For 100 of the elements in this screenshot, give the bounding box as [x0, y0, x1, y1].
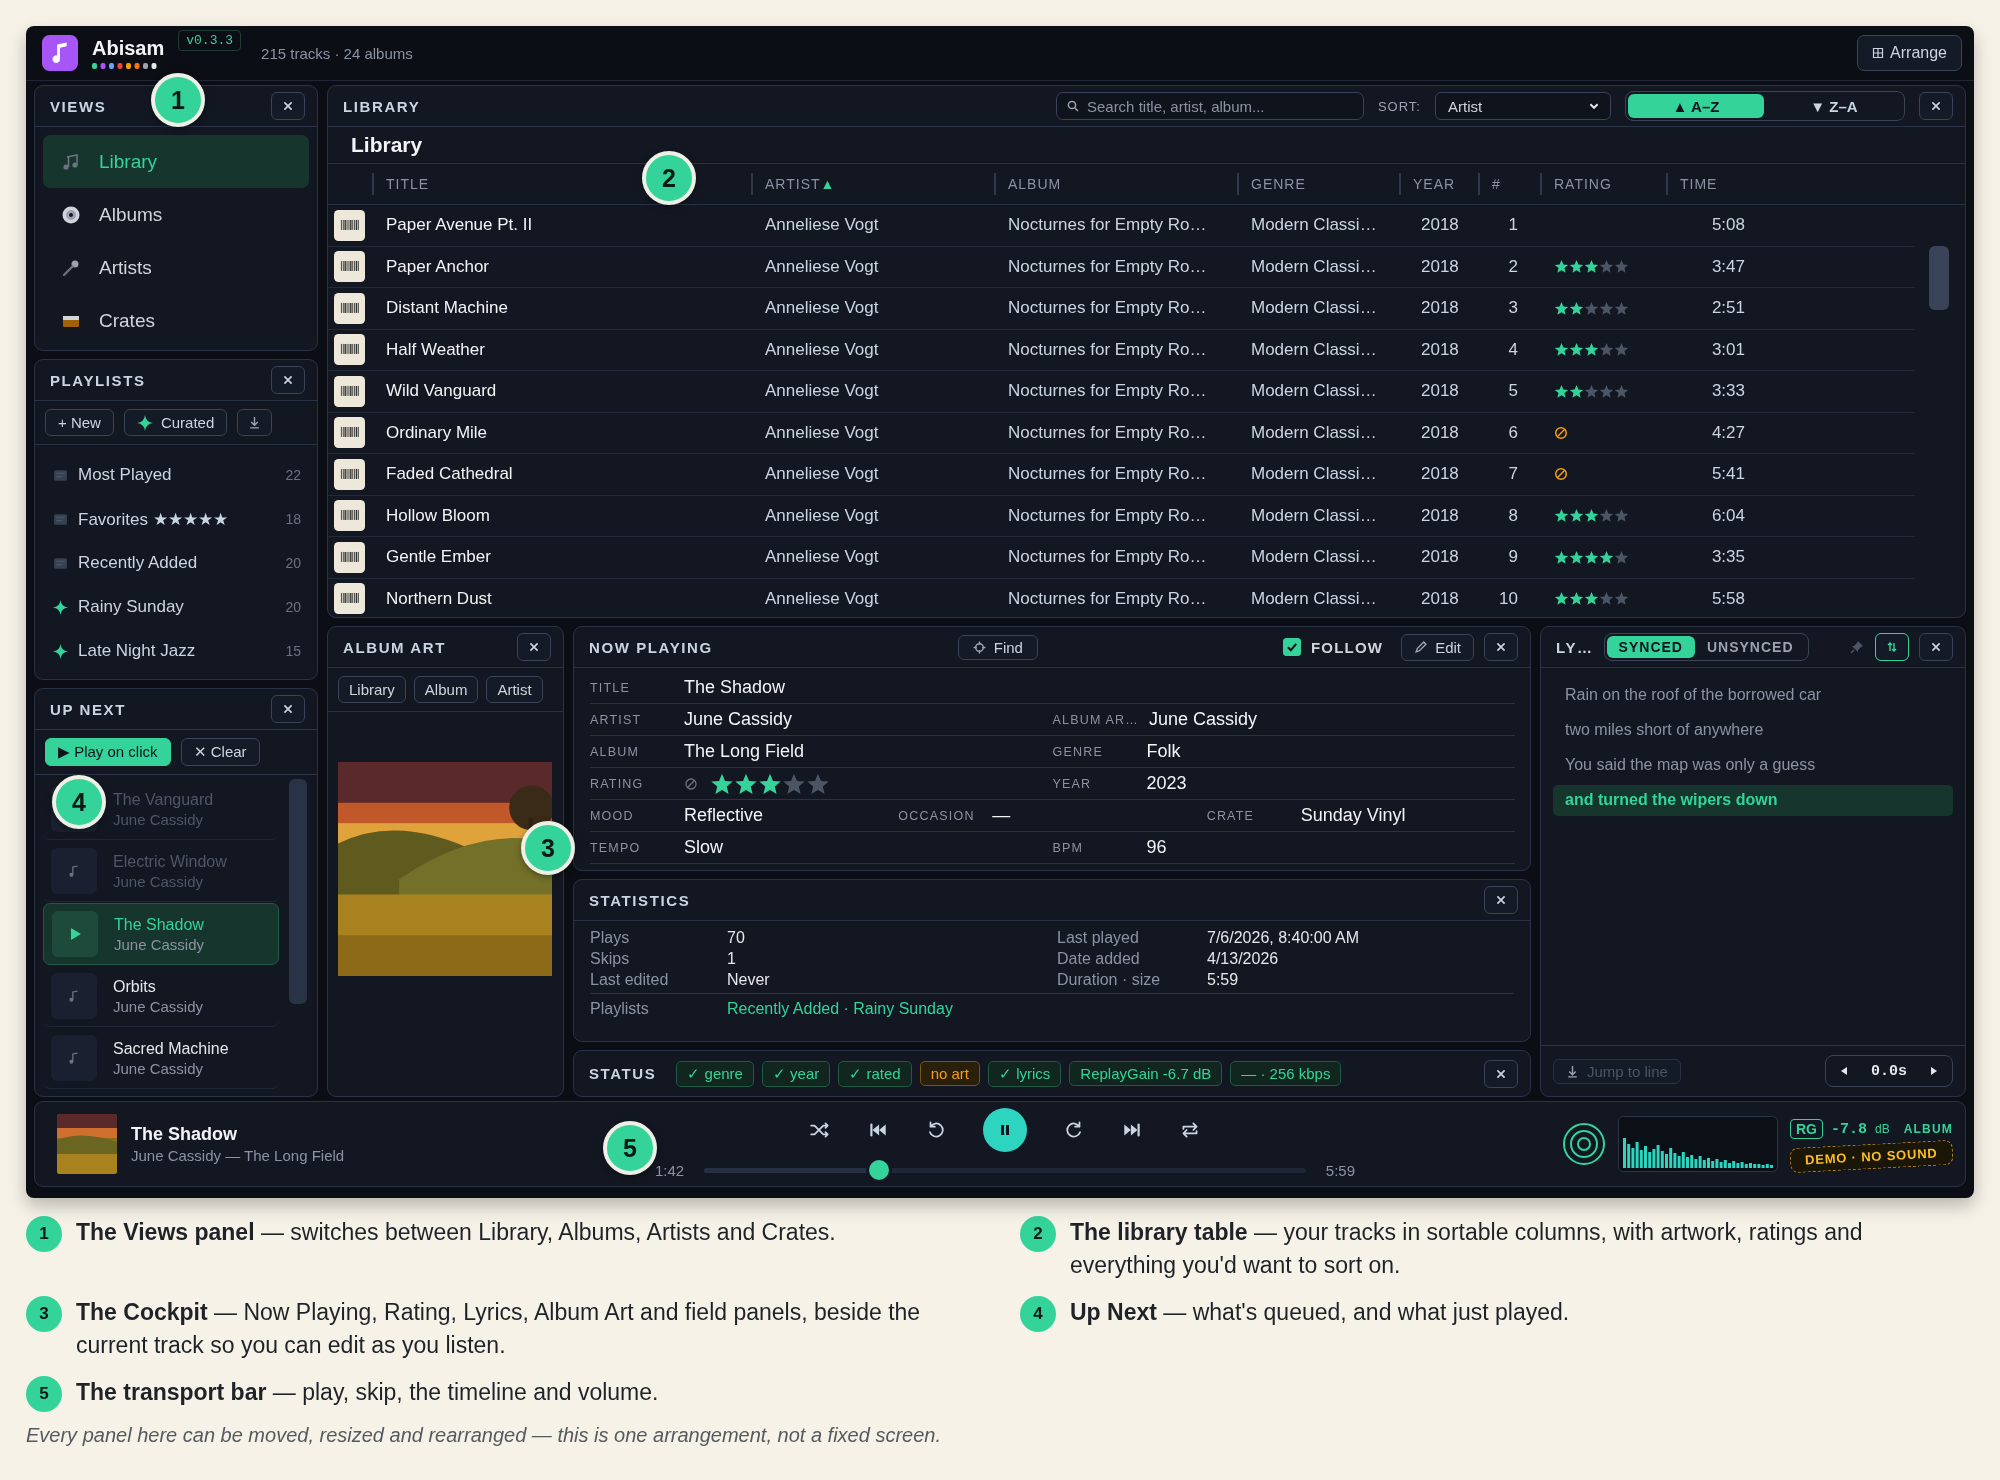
crosshair-icon	[972, 640, 986, 654]
column-header[interactable]: TIME	[1666, 173, 1751, 195]
field-value[interactable]: June Cassidy	[684, 709, 793, 730]
table-row[interactable]: Paper Avenue Pt. II Anneliese Vogt Nocturnes for Empty Ro… Modern Classi… 2018 1 5:08	[328, 205, 1915, 247]
table-row[interactable]: Paper Anchor Anneliese Vogt Nocturnes for Empty Ro… Modern Classi… 2018 2 3:47	[328, 246, 1915, 288]
table-row[interactable]: Gentle Ember Anneliese Vogt Nocturnes for Empty Ro… Modern Classi… 2018 9 3:35	[328, 537, 1915, 579]
scrollbar[interactable]	[289, 779, 307, 1004]
table-cell-text: Nocturnes for Empty Ro…	[1007, 215, 1208, 236]
curated-button[interactable]: Curated	[123, 409, 228, 436]
table-cell-text: 2018	[1420, 256, 1460, 277]
clear-rating-icon[interactable]	[684, 776, 698, 791]
download-button[interactable]	[237, 409, 273, 436]
stat-label: Duration · size	[1057, 971, 1162, 989]
source-button[interactable]: Library	[338, 676, 406, 703]
search-field[interactable]: Search title, artist, album...	[1055, 92, 1364, 120]
sort-order-tab[interactable]: ▲ A–Z	[1628, 94, 1764, 118]
new-playlist-button[interactable]: + New	[45, 409, 114, 436]
source-button[interactable]: Album	[413, 676, 479, 703]
play-on-click-button[interactable]: ▶ Play on click	[45, 738, 171, 766]
playlist-item[interactable]: Late Night Jazz 15	[53, 629, 301, 673]
sort-dropdown[interactable]: Artist	[1435, 92, 1611, 120]
column-header[interactable]: GENRE	[1237, 173, 1399, 195]
field-value[interactable]: 2023	[1146, 773, 1187, 794]
close-button[interactable]	[1484, 633, 1518, 661]
star-rating[interactable]	[1554, 259, 1629, 275]
stat-value: Never	[727, 971, 771, 989]
playlist-links[interactable]: Recently Added · Rainy Sunday	[727, 1000, 1514, 1018]
table-row[interactable]: Hollow Bloom Anneliese Vogt Nocturnes for Empty Ro… Modern Classi… 2018 8 6:04	[328, 495, 1915, 537]
field-value[interactable]: The Shadow	[684, 677, 786, 698]
star-rating[interactable]	[1554, 549, 1629, 565]
star-rating[interactable]	[1554, 591, 1629, 607]
playlist-item[interactable]: Recently Added 20	[53, 541, 301, 585]
table-row[interactable]: Distant Machine Anneliese Vogt Nocturnes for Empty Ro… Modern Classi… 2018 3 2:51	[328, 288, 1915, 330]
lyric-line[interactable]: two miles short of anywhere	[1553, 715, 1953, 746]
find-button[interactable]: Find	[957, 634, 1038, 660]
playlist-item[interactable]: Rainy Sunday 20	[53, 585, 301, 629]
disc-icon[interactable]	[1561, 1122, 1606, 1166]
column-header[interactable]: RATING	[1540, 173, 1666, 195]
close-button[interactable]	[271, 695, 305, 723]
table-row[interactable]: Faded Cathedral Anneliese Vogt Nocturnes for Empty Ro… Modern Classi… 2018 7 5:41	[328, 454, 1915, 496]
field-value[interactable]: June Cassidy	[1149, 709, 1258, 730]
table-row[interactable]: Northern Dust Anneliese Vogt Nocturnes for Empty Ro… Modern Classi… 2018 10 5:58	[328, 578, 1915, 617]
close-button[interactable]	[1919, 633, 1953, 661]
close-button[interactable]	[1919, 92, 1953, 120]
table-cell-text: 3:33	[1710, 381, 1746, 402]
playlist-item[interactable]: Favorites ★★★★★ 18	[53, 497, 301, 541]
star-rating[interactable]	[1554, 342, 1629, 358]
playlist-count: 20	[285, 599, 301, 615]
star-rating[interactable]	[1554, 383, 1629, 399]
play-icon	[52, 911, 98, 957]
field-value[interactable]: Folk	[1146, 741, 1181, 762]
field-value[interactable]: The Long Field	[684, 741, 805, 762]
close-button[interactable]	[271, 366, 305, 394]
close-button[interactable]	[1484, 1059, 1518, 1088]
lyric-line[interactable]: You said the map was only a guess	[1553, 750, 1953, 781]
close-button[interactable]	[271, 92, 305, 120]
queue-item[interactable]: Sacred Machine June Cassidy	[43, 1028, 279, 1089]
queue-item[interactable]: The Shadow June Cassidy	[43, 903, 279, 965]
table-row[interactable]: Ordinary Mile Anneliese Vogt Nocturnes for Empty Ro… Modern Classi… 2018 6 4:27	[328, 412, 1915, 454]
progress-track[interactable]	[704, 1157, 1306, 1183]
table-cell-text: 2018	[1420, 298, 1460, 319]
column-header[interactable]: ALBUM	[994, 173, 1237, 195]
shuffle-icon[interactable]	[809, 1119, 831, 1141]
field-value[interactable]: Sunday Vinyl	[1300, 805, 1406, 826]
logo-icon	[42, 35, 78, 71]
arrange-button[interactable]: Arrange	[1857, 35, 1962, 71]
panel-title: ALBUM ART	[343, 638, 446, 656]
field-value[interactable]: Reflective	[684, 805, 764, 826]
star-rating[interactable]	[1554, 300, 1629, 316]
queue-item[interactable]: Orbits June Cassidy	[43, 966, 279, 1027]
swap-button[interactable]	[1875, 633, 1909, 661]
mode-tab[interactable]: UNSYNCED	[1694, 636, 1806, 658]
close-button[interactable]	[517, 633, 551, 661]
view-item[interactable]: Albums	[43, 188, 309, 241]
clear-button[interactable]: ✕ Clear	[180, 738, 260, 766]
field-value[interactable]: —	[992, 805, 1011, 826]
view-item[interactable]: Crates	[43, 294, 309, 347]
pause-button[interactable]	[983, 1108, 1027, 1152]
column-header[interactable]: YEAR	[1399, 173, 1478, 195]
close-button[interactable]	[1484, 886, 1518, 914]
sort-order-tab[interactable]: ▼ Z–A	[1766, 94, 1902, 118]
playlist-count: 15	[285, 643, 301, 659]
lyric-line[interactable]: Rain on the roof of the borrowed car	[1553, 680, 1953, 711]
field-value[interactable]: 96	[1146, 837, 1167, 858]
source-button[interactable]: Artist	[486, 676, 543, 703]
playlist-item[interactable]: Most Played 22	[53, 453, 301, 497]
field-value[interactable]: Slow	[684, 837, 723, 858]
table-row[interactable]: Half Weather Anneliese Vogt Nocturnes for Empty Ro… Modern Classi… 2018 4 3:01	[328, 329, 1915, 371]
view-item[interactable]: Artists	[43, 241, 309, 294]
column-header[interactable]: ARTIST▲	[751, 173, 994, 195]
star-rating[interactable]	[1554, 508, 1629, 524]
edit-button[interactable]: Edit	[1401, 633, 1474, 661]
progress-thumb[interactable]	[868, 1160, 889, 1180]
follow-checkbox[interactable]	[1282, 638, 1301, 656]
scrollbar[interactable]	[1929, 246, 1949, 310]
close-icon	[1930, 641, 1942, 653]
table-row[interactable]: Wild Vanguard Anneliese Vogt Nocturnes for Empty Ro… Modern Classi… 2018 5 3:33	[328, 371, 1915, 413]
column-header[interactable]: #	[1478, 173, 1540, 195]
view-item[interactable]: Library	[43, 135, 309, 188]
mode-tab[interactable]: SYNCED	[1606, 636, 1695, 658]
